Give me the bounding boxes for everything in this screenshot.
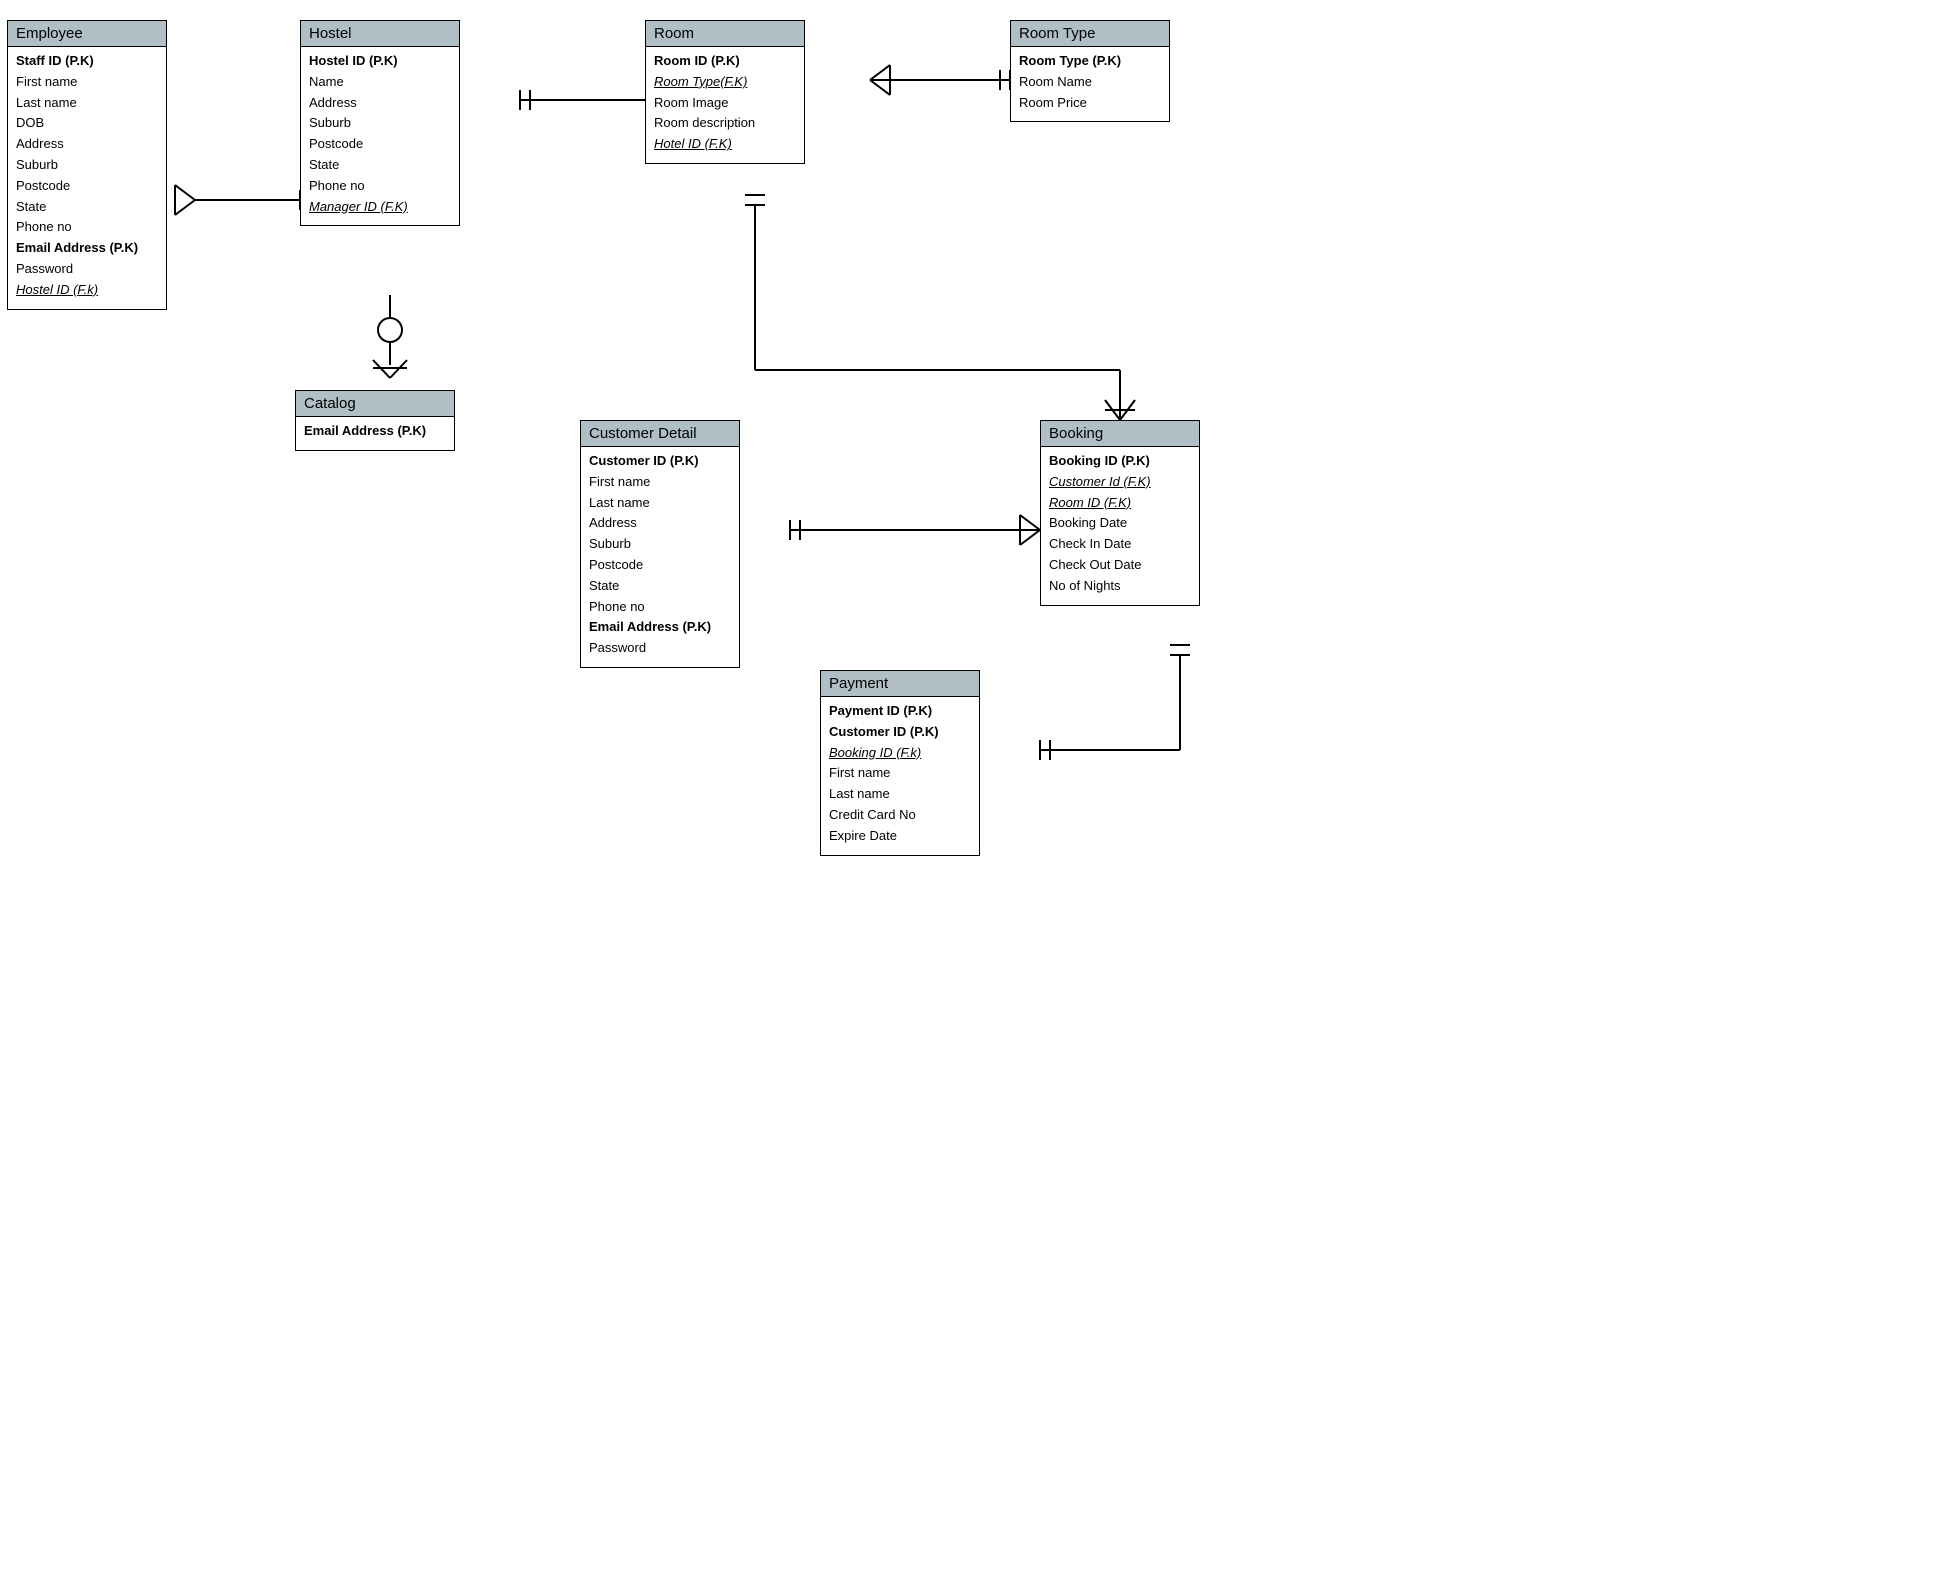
table-catalog-header: Catalog: [296, 391, 454, 417]
table-hostel-body: Hostel ID (P.K)NameAddressSuburbPostcode…: [301, 47, 459, 225]
field-customerdetail-3: Address: [589, 513, 731, 534]
field-customerdetail-7: Phone no: [589, 597, 731, 618]
field-payment-6: Expire Date: [829, 826, 971, 847]
field-roomtype-1: Room Name: [1019, 72, 1161, 93]
field-booking-5: Check Out Date: [1049, 555, 1191, 576]
table-roomtype-header: Room Type: [1011, 21, 1169, 47]
field-catalog-0: Email Address (P.K): [304, 421, 446, 442]
table-room: RoomRoom ID (P.K)Room Type(F.K)Room Imag…: [645, 20, 805, 164]
table-employee: EmployeeStaff ID (P.K)First nameLast nam…: [7, 20, 167, 310]
field-room-4: Hotel ID (F.K): [654, 134, 796, 155]
table-booking-header: Booking: [1041, 421, 1199, 447]
table-payment-body: Payment ID (P.K)Customer ID (P.K)Booking…: [821, 697, 979, 855]
field-employee-1: First name: [16, 72, 158, 93]
field-hostel-3: Suburb: [309, 113, 451, 134]
field-hostel-4: Postcode: [309, 134, 451, 155]
field-payment-4: Last name: [829, 784, 971, 805]
field-employee-6: Postcode: [16, 176, 158, 197]
table-hostel-header: Hostel: [301, 21, 459, 47]
field-customerdetail-9: Password: [589, 638, 731, 659]
field-booking-4: Check In Date: [1049, 534, 1191, 555]
table-employee-body: Staff ID (P.K)First nameLast nameDOBAddr…: [8, 47, 166, 309]
field-roomtype-2: Room Price: [1019, 93, 1161, 114]
table-roomtype: Room TypeRoom Type (P.K)Room NameRoom Pr…: [1010, 20, 1170, 122]
table-customerdetail-body: Customer ID (P.K)First nameLast nameAddr…: [581, 447, 739, 667]
field-hostel-1: Name: [309, 72, 451, 93]
field-payment-0: Payment ID (P.K): [829, 701, 971, 722]
table-catalog: Catalog Email Address (P.K): [295, 390, 455, 451]
field-customerdetail-2: Last name: [589, 493, 731, 514]
field-customerdetail-4: Suburb: [589, 534, 731, 555]
field-employee-8: Phone no: [16, 217, 158, 238]
table-customerdetail-header: Customer Detail: [581, 421, 739, 447]
field-booking-0: Booking ID (P.K): [1049, 451, 1191, 472]
field-customerdetail-8: Email Address (P.K): [589, 617, 731, 638]
table-roomtype-body: Room Type (P.K)Room NameRoom Price: [1011, 47, 1169, 121]
field-employee-5: Suburb: [16, 155, 158, 176]
field-hostel-0: Hostel ID (P.K): [309, 51, 451, 72]
field-room-2: Room Image: [654, 93, 796, 114]
field-payment-1: Customer ID (P.K): [829, 722, 971, 743]
field-payment-3: First name: [829, 763, 971, 784]
field-employee-4: Address: [16, 134, 158, 155]
field-hostel-5: State: [309, 155, 451, 176]
field-customerdetail-5: Postcode: [589, 555, 731, 576]
field-employee-0: Staff ID (P.K): [16, 51, 158, 72]
field-booking-1: Customer Id (F.K): [1049, 472, 1191, 493]
field-payment-5: Credit Card No: [829, 805, 971, 826]
table-catalog-body: Email Address (P.K): [296, 417, 454, 450]
field-employee-2: Last name: [16, 93, 158, 114]
table-employee-header: Employee: [8, 21, 166, 47]
table-booking: BookingBooking ID (P.K)Customer Id (F.K)…: [1040, 420, 1200, 606]
field-room-0: Room ID (P.K): [654, 51, 796, 72]
table-room-body: Room ID (P.K)Room Type(F.K)Room ImageRoo…: [646, 47, 804, 163]
field-employee-11: Hostel ID (F.k): [16, 280, 158, 301]
field-customerdetail-1: First name: [589, 472, 731, 493]
table-payment: PaymentPayment ID (P.K)Customer ID (P.K)…: [820, 670, 980, 856]
table-hostel: HostelHostel ID (P.K)NameAddressSuburbPo…: [300, 20, 460, 226]
field-hostel-7: Manager ID (F.K): [309, 197, 451, 218]
field-roomtype-0: Room Type (P.K): [1019, 51, 1161, 72]
field-payment-2: Booking ID (F.k): [829, 743, 971, 764]
table-booking-body: Booking ID (P.K)Customer Id (F.K)Room ID…: [1041, 447, 1199, 605]
table-room-header: Room: [646, 21, 804, 47]
field-booking-2: Room ID (F.K): [1049, 493, 1191, 514]
table-customerdetail: Customer DetailCustomer ID (P.K)First na…: [580, 420, 740, 668]
field-hostel-2: Address: [309, 93, 451, 114]
field-employee-3: DOB: [16, 113, 158, 134]
field-customerdetail-0: Customer ID (P.K): [589, 451, 731, 472]
field-employee-9: Email Address (P.K): [16, 238, 158, 259]
field-employee-7: State: [16, 197, 158, 218]
field-hostel-6: Phone no: [309, 176, 451, 197]
field-booking-3: Booking Date: [1049, 513, 1191, 534]
field-customerdetail-6: State: [589, 576, 731, 597]
field-room-3: Room description: [654, 113, 796, 134]
field-booking-6: No of Nights: [1049, 576, 1191, 597]
field-room-1: Room Type(F.K): [654, 72, 796, 93]
field-employee-10: Password: [16, 259, 158, 280]
table-payment-header: Payment: [821, 671, 979, 697]
